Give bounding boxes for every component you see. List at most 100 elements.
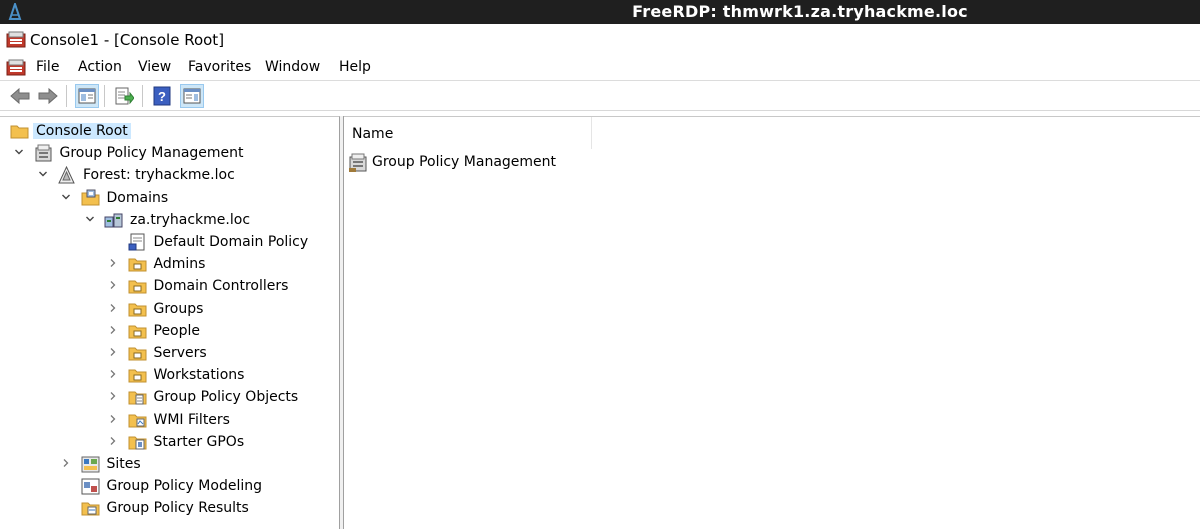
toolbar-separator [104,85,105,107]
tree-item-label: Default Domain Policy [153,234,309,250]
tree-item-label: Servers [153,345,207,361]
sites-icon [81,456,99,473]
tree-item[interactable]: Starter GPOs [0,431,339,453]
tree-item-label: Group Policy Results [106,500,249,517]
toolbar-separator [142,85,143,107]
tree-item[interactable]: za.tryhackme.loc [0,209,339,231]
tree-item-label: Groups [153,300,204,317]
tree-item[interactable]: Group Policy Management [0,142,339,164]
tree-item[interactable]: Group Policy Results [0,497,339,519]
tree-item[interactable]: Group Policy Objects [0,386,339,408]
tree-item[interactable]: Console Root [0,120,339,142]
forest-icon [58,166,75,184]
tree-item[interactable]: Workstations [0,364,339,386]
tree-item[interactable]: Default Domain Policy [0,231,339,253]
show-hide-action-pane-button[interactable] [180,84,204,108]
tree-item-label: Workstations [153,367,245,384]
tree-item[interactable]: People [0,320,339,342]
chevron-right-icon[interactable] [108,391,118,401]
tree-item[interactable]: Sites [0,453,339,475]
menu-view[interactable]: View [138,59,171,75]
tree-item-label: Group Policy Management [59,145,244,162]
tree-item[interactable]: Domains [0,187,339,209]
folder-icon [10,125,29,139]
tree-item-label: Domain Controllers [153,278,289,295]
chevron-right-icon[interactable] [108,436,118,446]
back-button[interactable] [8,84,32,108]
chevron-down-icon[interactable] [38,169,48,179]
forward-button[interactable] [36,84,60,108]
window-title-bar[interactable]: Console1 - [Console Root] [0,24,1200,54]
gpo-link-icon [128,233,144,251]
chevron-down-icon[interactable] [61,192,71,202]
tree-item-label: WMI Filters [153,411,230,428]
console-tree-pane[interactable]: Console Root Group Policy Management Fores… [0,116,340,529]
tree-item-label: Forest: tryhackme.loc [83,167,235,184]
menu-action[interactable]: Action [78,59,122,75]
tree-item-label: Admins [153,256,206,273]
system-menu-icon[interactable] [6,59,26,77]
back-icon [10,87,30,105]
ou-folder-icon [128,369,146,383]
chevron-right-icon[interactable] [61,458,71,468]
chevron-right-icon[interactable] [108,303,118,313]
menu-bar: File Action View Favorites Window Help [0,54,1200,81]
chevron-right-icon[interactable] [108,325,118,335]
domains-folder-icon [81,189,99,206]
tree-item-label: Starter GPOs [153,433,245,450]
list-item[interactable]: Group Policy Management [348,152,648,174]
gpm-snapin-icon [35,144,51,162]
chevron-right-icon[interactable] [108,347,118,357]
gp-results-icon [81,502,99,516]
tree-item-label: Group Policy Modeling [106,478,262,495]
gp-modeling-icon [81,478,99,495]
results-list-pane[interactable]: Name Group Policy Management [344,116,1200,529]
svg-text:?: ? [158,89,166,104]
ou-folder-icon [128,347,146,361]
chevron-down-icon[interactable] [14,147,24,157]
chevron-right-icon[interactable] [108,258,118,268]
column-header-name[interactable]: Name [344,117,592,149]
chevron-down-icon[interactable] [85,214,95,224]
ou-folder-icon [128,303,146,317]
chevron-right-icon[interactable] [108,280,118,290]
tree-item[interactable]: Groups [0,298,339,320]
wmi-folder-icon [128,414,146,428]
tree-item[interactable]: Domain Controllers [0,275,339,297]
freerdp-logo-icon [8,3,22,20]
ou-folder-icon [128,325,146,339]
tree-item[interactable]: Forest: tryhackme.loc [0,164,339,186]
menu-file[interactable]: File [36,59,59,75]
list-item-label: Group Policy Management [372,154,557,170]
show-hide-tree-button[interactable] [75,84,99,108]
rdp-window-title: FreeRDP: thmwrk1.za.tryhackme.loc [632,2,968,21]
show-hide-action-pane-icon [183,88,201,104]
tree-item[interactable]: WMI Filters [0,409,339,431]
tree-item-label: People [153,322,201,339]
toolbar-separator [66,85,67,107]
tree-item-label: za.tryhackme.loc [130,211,251,228]
export-list-button[interactable] [112,84,136,108]
tree-item[interactable]: Admins [0,253,339,275]
domain-icon [104,213,123,228]
tree-item-label: Group Policy Objects [153,389,299,406]
menu-window[interactable]: Window [265,59,320,75]
menu-help[interactable]: Help [339,59,371,75]
help-button[interactable]: ? [150,84,174,108]
ou-folder-icon [128,258,146,272]
menu-favorites[interactable]: Favorites [188,59,251,75]
chevron-right-icon[interactable] [108,369,118,379]
column-header-name-label: Name [352,126,394,142]
window-title: Console1 - [Console Root] [30,31,225,49]
tree-item[interactable]: Group Policy Modeling [0,475,339,497]
rdp-title-bar[interactable]: FreeRDP: thmwrk1.za.tryhackme.loc [0,0,1200,24]
show-hide-tree-icon [78,88,96,104]
toolbar: ? [0,81,1200,111]
mmc-app-icon [6,31,26,48]
ou-folder-icon [128,280,146,294]
tree-item[interactable]: Servers [0,342,339,364]
chevron-right-icon[interactable] [108,414,118,424]
gpm-snapin-icon [349,153,367,172]
gpo-folder-icon [128,391,146,405]
tree-item-label: Console Root [33,123,131,139]
